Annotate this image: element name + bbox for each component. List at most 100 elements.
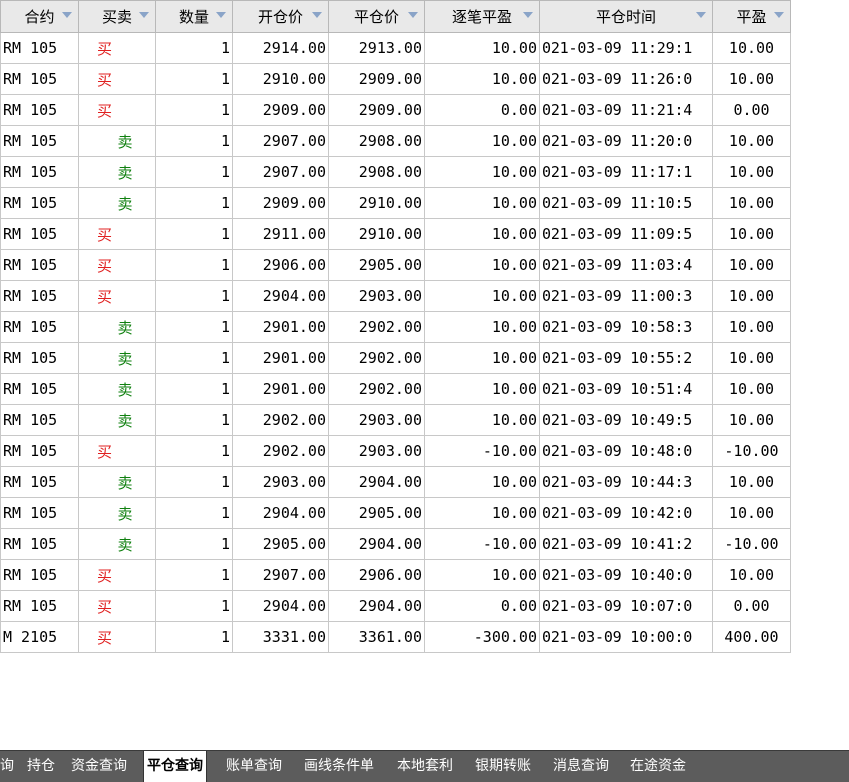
cell-side: 卖	[78, 404, 156, 436]
sort-arrow-icon[interactable]	[523, 12, 533, 18]
bottom-tab-bar: 询持仓 资金查询 平仓查询 账单查询 画线条件单 本地套利 银期转账 消息查询 在途资金	[0, 750, 849, 782]
cell-close-price: 2904.00	[328, 528, 425, 560]
cell-close-price: 2909.00	[328, 94, 425, 126]
cell-open-price: 2906.00	[232, 249, 329, 281]
column-header-close-time[interactable]: 平仓时间	[539, 0, 713, 33]
cell-close-time: 021-03-09 10:44:3	[539, 466, 713, 498]
sort-arrow-icon[interactable]	[62, 12, 72, 18]
table-row[interactable]: RM 105 买 1 2910.00 2909.00 10.00 021-03-09 11:…	[0, 63, 791, 95]
cell-open-price: 2907.00	[232, 156, 329, 188]
tab-7[interactable]: 银期转账	[475, 751, 531, 782]
table-row[interactable]: RM 105 买 1 2911.00 2910.00 10.00 021-03-09 11:…	[0, 218, 791, 250]
table-row[interactable]: RM 105 卖 1 2902.00 2903.00 10.00 021-03-09 10:…	[0, 404, 791, 436]
table-row[interactable]: RM 105 卖 1 2901.00 2902.00 10.00 021-03-09 10:…	[0, 373, 791, 405]
cell-side: 卖	[78, 156, 156, 188]
cell-quantity: 1	[155, 187, 233, 219]
cell-open-price: 3331.00	[232, 621, 329, 653]
cell-side: 卖	[78, 373, 156, 405]
table-row[interactable]: RM 105 买 1 2904.00 2904.00 0.00 021-03-09 10:0…	[0, 590, 791, 622]
cell-close-profit: 10.00	[712, 249, 791, 281]
table-row[interactable]: RM 105 买 1 2906.00 2905.00 10.00 021-03-09 11:…	[0, 249, 791, 281]
cell-contract: RM 105	[0, 32, 79, 64]
sort-arrow-icon[interactable]	[696, 12, 706, 18]
cell-close-profit: 10.00	[712, 497, 791, 529]
table-row[interactable]: RM 105 卖 1 2901.00 2902.00 10.00 021-03-09 10:…	[0, 342, 791, 374]
cell-close-time: 021-03-09 10:49:5	[539, 404, 713, 436]
tab-5[interactable]: 画线条件单	[304, 751, 374, 782]
cell-side: 卖	[78, 187, 156, 219]
sort-arrow-icon[interactable]	[774, 12, 784, 18]
cell-close-profit: 10.00	[712, 342, 791, 374]
tab-0[interactable]: 询	[0, 751, 14, 782]
cell-contract: RM 105	[0, 373, 79, 405]
cell-side: 卖	[78, 125, 156, 157]
table-row[interactable]: RM 105 卖 1 2904.00 2905.00 10.00 021-03-09 10:…	[0, 497, 791, 529]
table-row[interactable]: RM 105 买 1 2907.00 2906.00 10.00 021-03-09 10:…	[0, 559, 791, 591]
table-row[interactable]: RM 105 卖 1 2903.00 2904.00 10.00 021-03-09 10:…	[0, 466, 791, 498]
cell-close-time: 021-03-09 11:00:3	[539, 280, 713, 312]
sort-arrow-icon[interactable]	[216, 12, 226, 18]
cell-side: 买	[78, 218, 156, 250]
column-header-quantity[interactable]: 数量	[155, 0, 233, 33]
cell-close-time: 021-03-09 11:29:1	[539, 32, 713, 64]
table-row[interactable]: RM 105 买 1 2909.00 2909.00 0.00 021-03-09 11:2…	[0, 94, 791, 126]
tab-8[interactable]: 消息查询	[553, 751, 609, 782]
cell-contract: RM 105	[0, 280, 79, 312]
table-row[interactable]: RM 105 卖 1 2907.00 2908.00 10.00 021-03-09 11:…	[0, 125, 791, 157]
cell-close-price: 2905.00	[328, 249, 425, 281]
column-header-contract[interactable]: 合约	[0, 0, 79, 33]
cell-close-profit: -10.00	[712, 528, 791, 560]
cell-trade-pnl: 10.00	[424, 63, 540, 95]
cell-trade-pnl: 10.00	[424, 218, 540, 250]
sort-arrow-icon[interactable]	[312, 12, 322, 18]
cell-side: 买	[78, 435, 156, 467]
column-header-trade-pnl[interactable]: 逐笔平盈	[424, 0, 540, 33]
table-row[interactable]: RM 105 卖 1 2901.00 2902.00 10.00 021-03-09 10:…	[0, 311, 791, 343]
table-row[interactable]: RM 105 卖 1 2905.00 2904.00 -10.00 021-03-09 10…	[0, 528, 791, 560]
cell-contract: RM 105	[0, 218, 79, 250]
cell-trade-pnl: 10.00	[424, 373, 540, 405]
cell-close-time: 021-03-09 11:26:0	[539, 63, 713, 95]
sort-arrow-icon[interactable]	[408, 12, 418, 18]
cell-close-time: 021-03-09 11:17:1	[539, 156, 713, 188]
column-label: 平仓价	[353, 8, 399, 26]
table-row[interactable]: RM 105 买 1 2904.00 2903.00 10.00 021-03-09 11:…	[0, 280, 791, 312]
table-row[interactable]: RM 105 买 1 2902.00 2903.00 -10.00 021-03-09 10…	[0, 435, 791, 467]
column-header-close-profit[interactable]: 平盈	[712, 0, 791, 33]
cell-quantity: 1	[155, 621, 233, 653]
cell-quantity: 1	[155, 218, 233, 250]
tab-2[interactable]: 资金查询	[71, 751, 127, 782]
cell-side: 买	[78, 621, 156, 653]
cell-close-time: 021-03-09 10:07:0	[539, 590, 713, 622]
table-row[interactable]: M 2105 买 1 3331.00 3361.00 -300.00 021-03-09 1…	[0, 621, 791, 653]
cell-contract: RM 105	[0, 497, 79, 529]
cell-close-price: 2908.00	[328, 156, 425, 188]
cell-close-time: 021-03-09 11:03:4	[539, 249, 713, 281]
column-header-close-price[interactable]: 平仓价	[328, 0, 425, 33]
tab-1[interactable]: 持仓	[27, 751, 55, 782]
cell-side: 买	[78, 590, 156, 622]
table-row[interactable]: RM 105 卖 1 2907.00 2908.00 10.00 021-03-09 11:…	[0, 156, 791, 188]
column-header-open-price[interactable]: 开仓价	[232, 0, 329, 33]
cell-close-time: 021-03-09 11:10:5	[539, 187, 713, 219]
cell-close-price: 2909.00	[328, 63, 425, 95]
cell-close-profit: 10.00	[712, 404, 791, 436]
tab-6[interactable]: 本地套利	[397, 751, 453, 782]
tab-4[interactable]: 账单查询	[226, 751, 282, 782]
cell-quantity: 1	[155, 404, 233, 436]
table-row[interactable]: RM 105 卖 1 2909.00 2910.00 10.00 021-03-09 11:…	[0, 187, 791, 219]
column-label: 买卖	[101, 8, 132, 26]
tab-3[interactable]: 平仓查询	[143, 751, 207, 782]
cell-close-profit: 10.00	[712, 187, 791, 219]
cell-quantity: 1	[155, 590, 233, 622]
sort-arrow-icon[interactable]	[139, 12, 149, 18]
cell-close-price: 2903.00	[328, 435, 425, 467]
tab-9[interactable]: 在途资金	[630, 751, 686, 782]
cell-open-price: 2903.00	[232, 466, 329, 498]
cell-quantity: 1	[155, 311, 233, 343]
cell-open-price: 2901.00	[232, 311, 329, 343]
cell-close-profit: 10.00	[712, 559, 791, 591]
cell-quantity: 1	[155, 94, 233, 126]
column-header-side[interactable]: 买卖	[78, 0, 156, 33]
table-row[interactable]: RM 105 买 1 2914.00 2913.00 10.00 021-03-09 11:…	[0, 32, 791, 64]
